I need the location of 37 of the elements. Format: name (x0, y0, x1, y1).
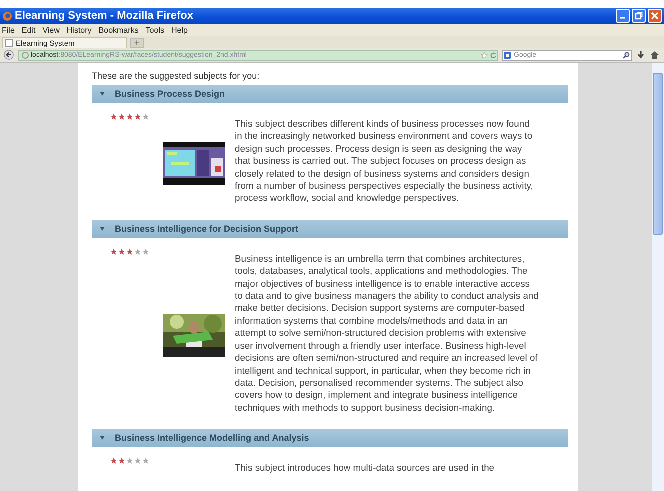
star-rating[interactable]: ★★★★★ (110, 457, 150, 466)
section-header[interactable]: Business Process Design (92, 85, 568, 103)
page-icon (5, 39, 13, 47)
star-icon[interactable] (481, 52, 488, 58)
back-icon[interactable] (4, 50, 14, 60)
maximize-button[interactable] (632, 9, 646, 23)
menu-item[interactable]: Tools (146, 26, 164, 34)
section-title: Business Intelligence Modelling and Analysis (115, 433, 310, 444)
browser-logo-icon (3, 12, 12, 20)
close-icon (651, 12, 659, 20)
menu-item[interactable]: Bookmarks (98, 26, 139, 34)
home-icon[interactable] (650, 50, 660, 60)
globe-icon (22, 52, 29, 58)
menu-item[interactable]: History (66, 26, 92, 34)
reload-icon[interactable] (490, 52, 497, 58)
page-heading: These are the suggested subjects for you: (92, 71, 261, 82)
star-rating[interactable]: ★★★★★ (110, 248, 150, 257)
menu-item[interactable]: Help (171, 26, 188, 34)
subject-description: Business intelligence is an umbrella term that combines architectures, tools, databases, analytical tools, applications and methodologies. The major objectives of business intelligence is to enable interactive access to data and to give business managers the ability to conduct analysis and make better decisions. Decision support systems are computer-based information systems that combine models/methods and data in an attempt to solve semi/non-structured decision problems with extensive user involvement through a friendly user interface. Business high-level decisions are often semi/non-structured and require an increased level of intelligent and technical support, in particular, when they become rich in data. Decision, personalised recommender systems. The subject also covers how to design, implement and integrate business intelligence techniques with methods to support business decision-making. (235, 252, 539, 414)
menu-item[interactable]: File (2, 26, 15, 34)
menu-item[interactable]: Edit (22, 26, 36, 34)
close-button[interactable] (648, 9, 662, 23)
download-icon[interactable] (636, 50, 646, 60)
subject-description: This subject describes different kinds of business processes now found in the increasingly networked business environment and covers ways to design such processes. Process design is seen as designing the way that business is carried out. The subject focuses on process design as closely related to the design of business systems and considers design from a number of business perspectives especially the business activity, process workflow, social and knowledge perspectives. (235, 118, 534, 205)
search-icon[interactable] (623, 52, 630, 58)
subject-description: This subject introduces how multi-data sources are used in the (235, 462, 496, 475)
section-header[interactable]: Business Intelligence for Decision Support (92, 220, 568, 238)
scrollbar[interactable] (652, 63, 664, 491)
star-rating[interactable]: ★★★★★ (110, 113, 150, 122)
menu-item[interactable]: View (42, 26, 60, 34)
minimize-button[interactable] (616, 9, 630, 23)
window-title: Elearning System - Mozilla Firefox (15, 10, 194, 22)
section-title: Business Intelligence for Decision Support (115, 224, 299, 234)
new-tab-button[interactable]: + (130, 38, 144, 48)
section-header[interactable]: Business Intelligence Modelling and Analysis (92, 429, 568, 448)
restore-icon (635, 12, 643, 20)
section-title: Business Process Design (115, 89, 226, 99)
